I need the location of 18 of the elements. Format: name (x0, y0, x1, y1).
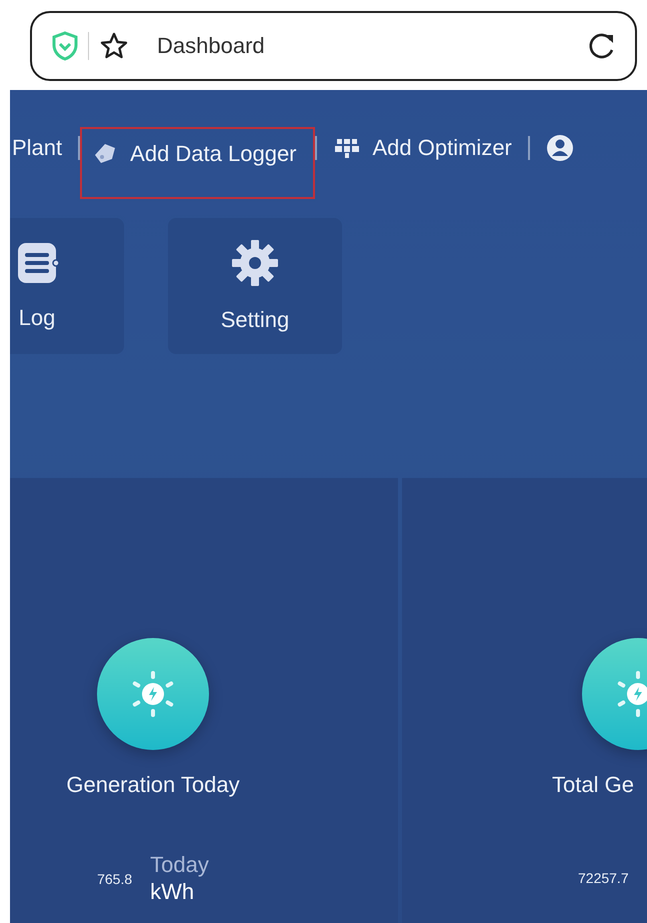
nav-link[interactable]: Add Data Logger (80, 127, 314, 199)
nav-link[interactable]: Add Optimizer (316, 128, 528, 168)
page-title: Dashboard (157, 33, 266, 59)
stat-value: 765.8 (97, 871, 132, 887)
stat-title: Generation Today (66, 772, 240, 798)
menu-tile[interactable]: Log (10, 218, 124, 354)
stat-value: 72257.7 (578, 870, 629, 886)
address-bar[interactable]: Dashboard (30, 11, 637, 81)
stat-title: Total Ge (552, 772, 634, 798)
menu-tile[interactable]: Setting (168, 218, 342, 354)
period-label: Today (150, 852, 209, 878)
user-icon (546, 134, 574, 162)
star-icon[interactable] (99, 31, 129, 61)
nav-link[interactable]: Plant (10, 128, 78, 168)
settings-icon (231, 239, 279, 287)
unit-label: kWh (150, 878, 196, 906)
shield-icon (52, 31, 78, 61)
solar-panel-icon (332, 138, 360, 158)
